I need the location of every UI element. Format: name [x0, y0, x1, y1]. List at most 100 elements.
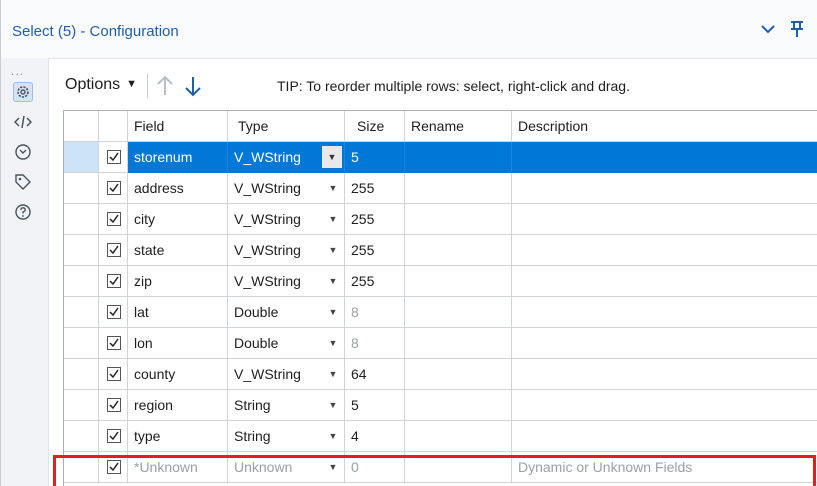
description-cell[interactable] [512, 204, 817, 235]
rename-cell[interactable] [405, 235, 512, 266]
type-dropdown[interactable]: V_WString ▼ [228, 204, 345, 235]
table-row[interactable]: region String ▼ 5 [64, 390, 817, 421]
row-checkbox-cell[interactable] [99, 297, 128, 328]
header-rename[interactable]: Rename [405, 111, 512, 142]
size-cell[interactable]: 255 [345, 266, 405, 297]
type-dropdown[interactable]: V_WString ▼ [228, 359, 345, 390]
move-up-arrow-icon[interactable] [155, 74, 175, 98]
table-row[interactable]: state V_WString ▼ 255 [64, 235, 817, 266]
row-checkbox-cell[interactable] [99, 204, 128, 235]
field-name-cell[interactable]: lat [128, 297, 228, 328]
field-name-cell[interactable]: county [128, 359, 228, 390]
include-checkbox[interactable] [107, 305, 121, 319]
row-checkbox-cell[interactable] [99, 142, 128, 173]
field-name-cell[interactable]: region [128, 390, 228, 421]
row-checkbox-cell[interactable] [99, 173, 128, 204]
dropdown-arrow-icon[interactable]: ▼ [322, 328, 344, 358]
type-dropdown[interactable]: String ▼ [228, 390, 345, 421]
type-dropdown[interactable]: V_WString ▼ [228, 173, 345, 204]
more-dots[interactable]: ... [11, 64, 24, 78]
type-dropdown[interactable]: String ▼ [228, 421, 345, 452]
dropdown-arrow-icon[interactable]: ▼ [322, 452, 344, 482]
row-selector[interactable] [64, 297, 99, 328]
description-cell[interactable] [512, 297, 817, 328]
include-checkbox[interactable] [107, 460, 121, 474]
table-row[interactable]: type String ▼ 4 [64, 421, 817, 452]
dropdown-arrow-icon[interactable]: ▼ [322, 146, 342, 168]
header-size[interactable]: Size [345, 111, 405, 142]
table-row[interactable]: zip V_WString ▼ 255 [64, 266, 817, 297]
size-cell[interactable]: 4 [345, 421, 405, 452]
field-name-cell[interactable]: type [128, 421, 228, 452]
size-cell[interactable]: 255 [345, 204, 405, 235]
row-checkbox-cell[interactable] [99, 421, 128, 452]
header-type[interactable]: Type [228, 111, 345, 142]
tool-tab-icon[interactable] [14, 143, 32, 161]
code-icon[interactable] [13, 113, 33, 131]
type-dropdown[interactable]: V_WString ▼ [228, 235, 345, 266]
field-name-cell[interactable]: city [128, 204, 228, 235]
type-dropdown[interactable]: Double ▼ [228, 328, 345, 359]
size-cell[interactable]: 255 [345, 173, 405, 204]
header-description[interactable]: Description [512, 111, 817, 142]
field-name-cell[interactable]: state [128, 235, 228, 266]
include-checkbox[interactable] [107, 243, 121, 257]
description-cell[interactable] [512, 359, 817, 390]
tag-icon[interactable] [14, 173, 32, 191]
dropdown-arrow-icon[interactable]: ▼ [322, 204, 344, 234]
help-icon[interactable] [14, 203, 32, 221]
include-checkbox[interactable] [107, 181, 121, 195]
rename-cell[interactable] [405, 421, 512, 452]
move-down-arrow-icon[interactable] [183, 74, 203, 98]
table-row[interactable]: county V_WString ▼ 64 [64, 359, 817, 390]
gear-icon[interactable] [13, 82, 33, 102]
rename-cell[interactable] [405, 142, 512, 173]
include-checkbox[interactable] [107, 336, 121, 350]
description-cell[interactable] [512, 328, 817, 359]
dropdown-arrow-icon[interactable]: ▼ [322, 173, 344, 203]
row-checkbox-cell[interactable] [99, 266, 128, 297]
rename-cell[interactable] [405, 328, 512, 359]
row-checkbox-cell[interactable] [99, 328, 128, 359]
rename-cell[interactable] [405, 266, 512, 297]
field-name-cell[interactable]: zip [128, 266, 228, 297]
size-cell[interactable]: 5 [345, 142, 405, 173]
dropdown-arrow-icon[interactable]: ▼ [322, 359, 344, 389]
include-checkbox[interactable] [107, 367, 121, 381]
include-checkbox[interactable] [107, 274, 121, 288]
row-selector[interactable] [64, 452, 99, 483]
description-cell[interactable] [512, 266, 817, 297]
size-cell[interactable]: 5 [345, 390, 405, 421]
size-cell[interactable]: 8 [345, 297, 405, 328]
row-selector[interactable] [64, 266, 99, 297]
description-cell[interactable]: Dynamic or Unknown Fields [512, 452, 817, 483]
row-selector[interactable] [64, 173, 99, 204]
description-cell[interactable] [512, 421, 817, 452]
row-selector[interactable] [64, 328, 99, 359]
row-selector[interactable] [64, 235, 99, 266]
include-checkbox[interactable] [107, 429, 121, 443]
row-selector[interactable] [64, 390, 99, 421]
include-checkbox[interactable] [107, 212, 121, 226]
dropdown-arrow-icon[interactable]: ▼ [322, 297, 344, 327]
table-row[interactable]: lon Double ▼ 8 [64, 328, 817, 359]
field-name-cell[interactable]: *Unknown [128, 452, 228, 483]
dropdown-arrow-icon[interactable]: ▼ [322, 266, 344, 296]
type-dropdown[interactable]: Unknown ▼ [228, 452, 345, 483]
size-cell[interactable]: 255 [345, 235, 405, 266]
type-dropdown[interactable]: V_WString ▼ [228, 142, 345, 173]
rename-cell[interactable] [405, 390, 512, 421]
dropdown-arrow-icon[interactable]: ▼ [322, 390, 344, 420]
dropdown-arrow-icon[interactable]: ▼ [322, 421, 344, 451]
row-selector[interactable] [64, 142, 99, 173]
include-checkbox[interactable] [107, 150, 121, 164]
table-row[interactable]: *Unknown Unknown ▼ 0 Dynamic or Unknown Fiel… [64, 452, 817, 483]
field-name-cell[interactable]: address [128, 173, 228, 204]
size-cell[interactable]: 64 [345, 359, 405, 390]
field-name-cell[interactable]: storenum [128, 142, 228, 173]
row-checkbox-cell[interactable] [99, 235, 128, 266]
rename-cell[interactable] [405, 359, 512, 390]
size-cell[interactable]: 8 [345, 328, 405, 359]
row-selector[interactable] [64, 359, 99, 390]
description-cell[interactable] [512, 142, 817, 173]
